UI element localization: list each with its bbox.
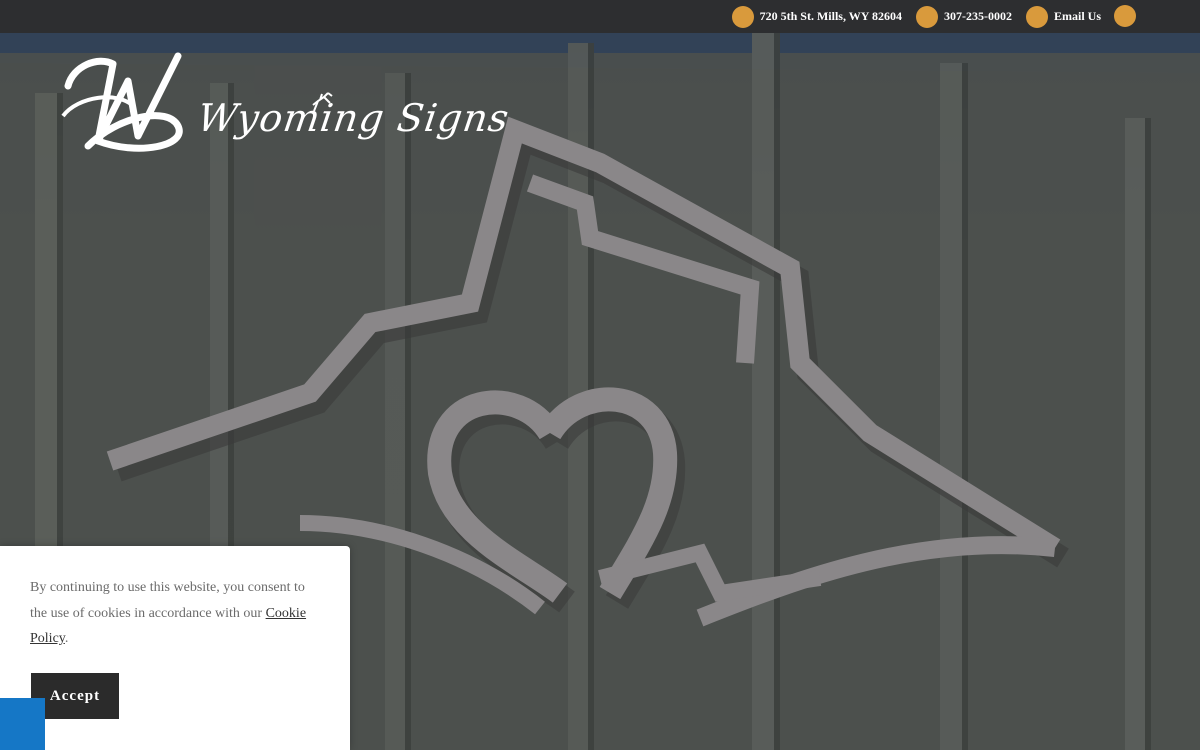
phone-link[interactable]: 307-235-0002 — [915, 5, 1012, 28]
cookie-text-end: . — [64, 631, 69, 646]
accessibility-icon[interactable] — [0, 698, 45, 750]
brand-name: Wyoming Signs — [194, 96, 513, 140]
top-utility-bar: 720 5th St. Mills, WY 82604 307-235-0002… — [0, 0, 1200, 33]
envelope-icon — [1025, 5, 1048, 28]
map-pin-icon — [731, 5, 754, 28]
contact-items: 720 5th St. Mills, WY 82604 307-235-0002… — [718, 0, 1101, 33]
phone-icon — [915, 5, 938, 28]
address-text: 720 5th St. Mills, WY 82604 — [759, 9, 902, 23]
phone-text: 307-235-0002 — [943, 9, 1012, 23]
cookie-consent-banner: By continuing to use this website, you c… — [0, 546, 350, 750]
site-logo[interactable]: Wyoming Signs — [58, 46, 512, 164]
ws-monogram-icon — [61, 52, 183, 152]
cookie-text: By continuing to use this website, you c… — [30, 580, 305, 621]
cookie-message: By continuing to use this website, you c… — [30, 575, 320, 652]
address-link[interactable]: 720 5th St. Mills, WY 82604 — [731, 5, 902, 28]
email-text: Email Us — [1053, 9, 1101, 23]
menu-icon[interactable] — [1114, 5, 1136, 27]
email-link[interactable]: Email Us — [1025, 5, 1101, 28]
